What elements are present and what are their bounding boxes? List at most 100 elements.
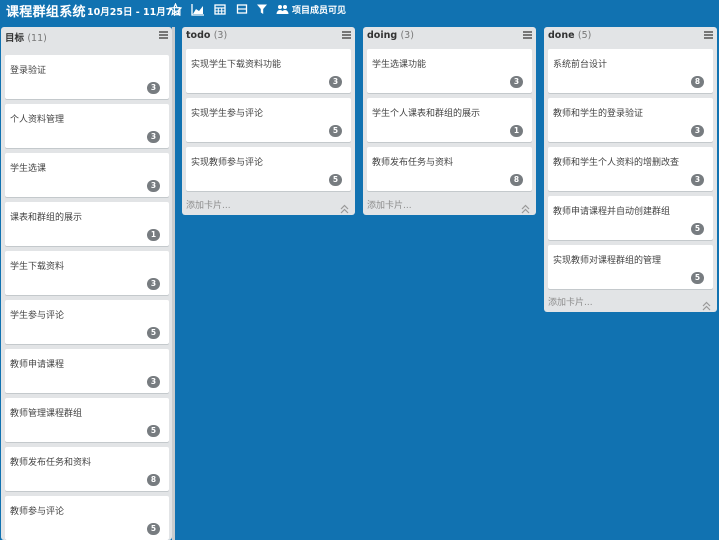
chart-icon[interactable]	[191, 3, 205, 17]
list-name[interactable]: 目标 (11)	[5, 30, 47, 44]
list-scrollbar[interactable]	[172, 27, 175, 540]
card-badge: 5	[147, 425, 160, 437]
card-badge: 3	[510, 76, 523, 88]
card-title: 教师和学生个人资料的增删改查	[553, 158, 680, 168]
list-footer: 添加卡片...	[363, 195, 536, 214]
card-title: 教师管理课程群组	[10, 409, 83, 419]
list-name[interactable]: todo (3)	[186, 30, 227, 41]
list-doing: doing (3) 学生选课功能 3 学生个人课表和群组的展示 1 教师发布任务与资…	[363, 27, 536, 215]
card-title: 学生个人课表和群组的展示	[372, 109, 481, 119]
card[interactable]: 教师申请课程 3	[5, 349, 169, 393]
list-count: (5)	[577, 30, 592, 41]
card-badge: 5	[691, 272, 704, 284]
card[interactable]: 学生个人课表和群组的展示 1	[367, 98, 532, 142]
card-title: 系统前台设计	[553, 60, 608, 70]
calendar-icon[interactable]	[214, 3, 228, 17]
collapse-icon[interactable]	[521, 199, 530, 214]
card[interactable]: 学生选课功能 3	[367, 49, 532, 93]
card-badge: 3	[147, 82, 160, 94]
card[interactable]: 个人资料管理 3	[5, 104, 169, 148]
list-menu-icon[interactable]	[523, 31, 532, 39]
list-todo: todo (3) 实现学生下载资料功能 3 实现学生参与评论 5 实现教师参与评论 5…	[182, 27, 355, 215]
card-title: 课表和群组的展示	[10, 213, 83, 223]
collapse-icon[interactable]	[702, 296, 711, 311]
board-title[interactable]: 课程群组系统	[6, 1, 86, 20]
visibility-button[interactable]: 项目成员可见	[276, 3, 346, 16]
card-badge: 3	[147, 376, 160, 388]
card-badge: 3	[329, 76, 342, 88]
card[interactable]: 课表和群组的展示 1	[5, 202, 169, 246]
card[interactable]: 教师发布任务和资料 8	[5, 447, 169, 491]
card-title: 教师申请课程	[10, 360, 65, 370]
card-badge: 3	[691, 174, 704, 186]
card-title: 学生选课	[10, 164, 47, 174]
date-range[interactable]: 10月25日 - 11月7日	[87, 4, 182, 18]
card-badge: 3	[691, 125, 704, 137]
board: 课程群组系统 10月25日 - 11月7日 项目成员可见 目标 (11) 登录验…	[0, 0, 719, 540]
card-badge: 8	[147, 474, 160, 486]
card[interactable]: 实现教师参与评论 5	[186, 147, 351, 191]
card-badge: 8	[510, 174, 523, 186]
card-title: 实现学生下载资料功能	[191, 60, 282, 70]
list-menu-icon[interactable]	[704, 31, 713, 39]
card-title: 登录验证	[10, 66, 47, 76]
card[interactable]: 教师发布任务与资料 8	[367, 147, 532, 191]
list-name[interactable]: done (5)	[548, 30, 591, 41]
card-icon[interactable]	[236, 3, 250, 17]
list-name[interactable]: doing (3)	[367, 30, 414, 41]
card-title: 教师参与评论	[10, 507, 65, 517]
list-header: done (5)	[544, 27, 717, 45]
card-title: 实现学生参与评论	[191, 109, 264, 119]
card-badge: 1	[147, 229, 160, 241]
card-badge: 5	[329, 174, 342, 186]
board-header: 课程群组系统 10月25日 - 11月7日 项目成员可见	[0, 0, 719, 22]
card[interactable]: 登录验证 3	[5, 55, 169, 99]
list-done: done (5) 系统前台设计 8 教师和学生的登录验证 3 教师和学生个人资料的增…	[544, 27, 717, 312]
filter-icon[interactable]	[256, 3, 270, 17]
card-badge: 5	[329, 125, 342, 137]
card[interactable]: 教师参与评论 5	[5, 496, 169, 540]
visibility-label: 项目成员可见	[292, 6, 347, 16]
list-count: (11)	[27, 33, 47, 44]
list-footer: 添加卡片...	[544, 292, 717, 311]
add-card-link[interactable]: 添加卡片...	[548, 295, 593, 308]
card[interactable]: 学生下载资料 3	[5, 251, 169, 295]
card[interactable]: 教师申请课程并自动创建群组 5	[548, 196, 713, 240]
list-count: (3)	[400, 30, 414, 41]
card-badge: 3	[147, 278, 160, 290]
card-title: 学生下载资料	[10, 262, 65, 272]
list-footer: 添加卡片...	[182, 195, 355, 214]
card-badge: 5	[147, 523, 160, 535]
card[interactable]: 教师管理课程群组 5	[5, 398, 169, 442]
card[interactable]: 实现教师对课程群组的管理 5	[548, 245, 713, 289]
card-title: 实现教师对课程群组的管理	[553, 256, 662, 266]
list-header: 目标 (11)	[1, 27, 172, 45]
card[interactable]: 实现学生下载资料功能 3	[186, 49, 351, 93]
card-title: 教师发布任务与资料	[372, 158, 454, 168]
card-title: 教师申请课程并自动创建群组	[553, 207, 671, 217]
card-badge: 8	[691, 76, 704, 88]
card-badge: 5	[147, 327, 160, 339]
card-title: 教师和学生的登录验证	[553, 109, 644, 119]
card-title: 个人资料管理	[10, 115, 65, 125]
list-menu-icon[interactable]	[342, 31, 351, 39]
card-title: 学生选课功能	[372, 60, 427, 70]
card-badge: 5	[691, 223, 704, 235]
list-header: doing (3)	[363, 27, 536, 45]
card[interactable]: 教师和学生的登录验证 3	[548, 98, 713, 142]
add-card-link[interactable]: 添加卡片...	[186, 198, 231, 211]
card[interactable]: 实现学生参与评论 5	[186, 98, 351, 142]
list-menu-icon[interactable]	[159, 31, 168, 39]
collapse-icon[interactable]	[340, 199, 349, 214]
card[interactable]: 学生选课 3	[5, 153, 169, 197]
add-card-link[interactable]: 添加卡片...	[367, 198, 412, 211]
card[interactable]: 教师和学生个人资料的增删改查 3	[548, 147, 713, 191]
star-icon[interactable]	[169, 3, 183, 17]
users-icon	[276, 4, 289, 15]
card-badge: 3	[147, 180, 160, 192]
card[interactable]: 学生参与评论 5	[5, 300, 169, 344]
card-badge: 1	[510, 125, 523, 137]
list-header: todo (3)	[182, 27, 355, 45]
card-badge: 3	[147, 131, 160, 143]
card[interactable]: 系统前台设计 8	[548, 49, 713, 93]
